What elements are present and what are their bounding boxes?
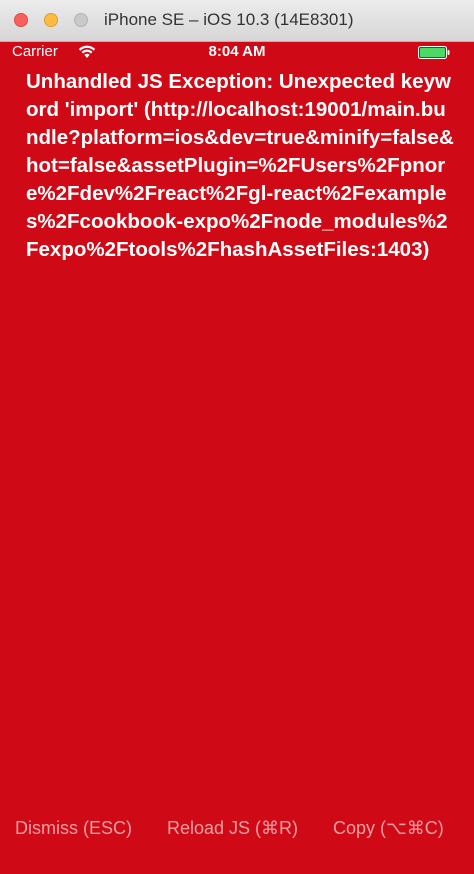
ios-status-bar: Carrier 8:04 AM (0, 42, 474, 62)
dismiss-button[interactable]: Dismiss (ESC) (15, 818, 132, 839)
copy-button[interactable]: Copy (⌥⌘C) (333, 818, 444, 839)
battery-icon (418, 46, 450, 59)
window-titlebar: iPhone SE – iOS 10.3 (14E8301) (0, 0, 474, 42)
close-window-button[interactable] (14, 13, 28, 27)
status-time: 8:04 AM (208, 43, 266, 60)
redbox-action-bar: Dismiss (ESC) Reload JS (⌘R) Copy (⌥⌘C) (0, 816, 474, 844)
window-title: iPhone SE – iOS 10.3 (14E8301) (104, 10, 354, 29)
simulator-window: iPhone SE – iOS 10.3 (14E8301) Carrier 8… (0, 0, 474, 874)
minimize-window-button[interactable] (44, 13, 58, 27)
error-message: Unhandled JS Exception: Unexpected keywo… (26, 70, 454, 261)
zoom-window-button[interactable] (74, 13, 88, 27)
reload-js-button[interactable]: Reload JS (⌘R) (167, 818, 298, 839)
